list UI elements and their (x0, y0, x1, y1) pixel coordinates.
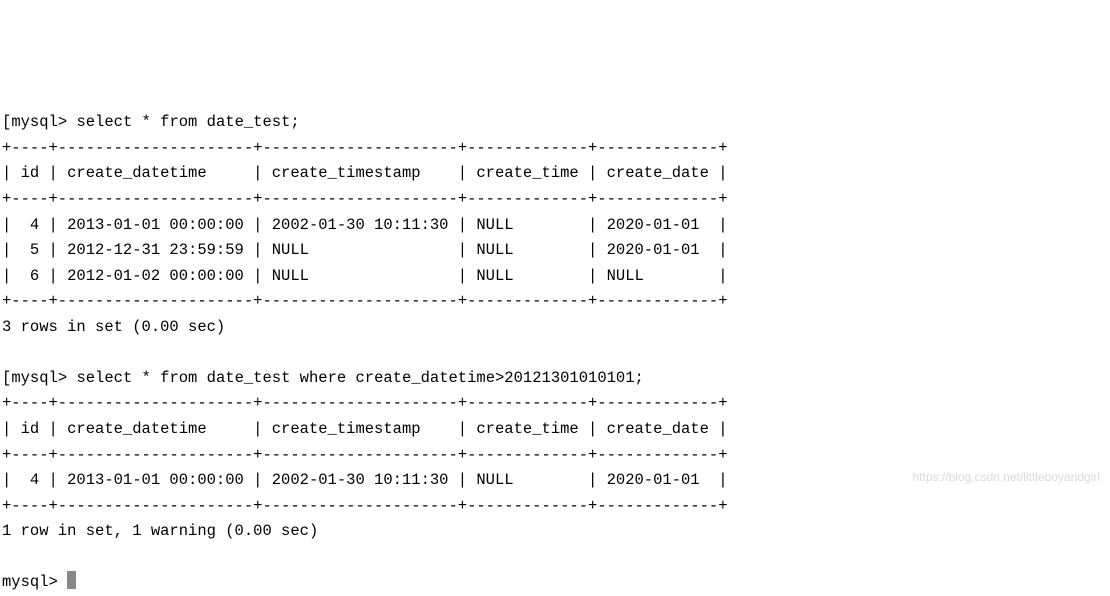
terminal-line: mysql> (2, 573, 76, 591)
table-border: +----+---------------------+------------… (2, 292, 728, 310)
table-row: | 4 | 2013-01-01 00:00:00 | 2002-01-30 1… (2, 471, 728, 489)
table-header-row: | id | create_datetime | create_timestam… (2, 164, 728, 182)
prompt-bracket: [ (2, 113, 11, 131)
table-row: | 5 | 2012-12-31 23:59:59 | NULL | NULL … (2, 241, 728, 259)
sql-query-1[interactable]: select * from date_test; (76, 113, 299, 131)
table-header-row: | id | create_datetime | create_timestam… (2, 420, 728, 438)
table-row: | 6 | 2012-01-02 00:00:00 | NULL | NULL … (2, 267, 728, 285)
prompt-bracket: [ (2, 369, 11, 387)
mysql-prompt: mysql> (2, 573, 67, 591)
terminal-line: [mysql> select * from date_test; (2, 113, 300, 131)
table-border: +----+---------------------+------------… (2, 394, 728, 412)
table-border: +----+---------------------+------------… (2, 139, 728, 157)
terminal-line: [mysql> select * from date_test where cr… (2, 369, 644, 387)
table-row: | 4 | 2013-01-01 00:00:00 | 2002-01-30 1… (2, 216, 728, 234)
table-border: +----+---------------------+------------… (2, 497, 728, 515)
mysql-prompt: mysql> (11, 369, 76, 387)
mysql-prompt: mysql> (11, 113, 76, 131)
sql-query-2[interactable]: select * from date_test where create_dat… (76, 369, 643, 387)
table-border: +----+---------------------+------------… (2, 190, 728, 208)
table-border: +----+---------------------+------------… (2, 446, 728, 464)
result-status: 3 rows in set (0.00 sec) (2, 318, 225, 336)
watermark-text: https://blog.csdn.net/littleboyandgirl (913, 468, 1100, 488)
result-status: 1 row in set, 1 warning (0.00 sec) (2, 522, 318, 540)
cursor-icon[interactable] (67, 571, 76, 589)
